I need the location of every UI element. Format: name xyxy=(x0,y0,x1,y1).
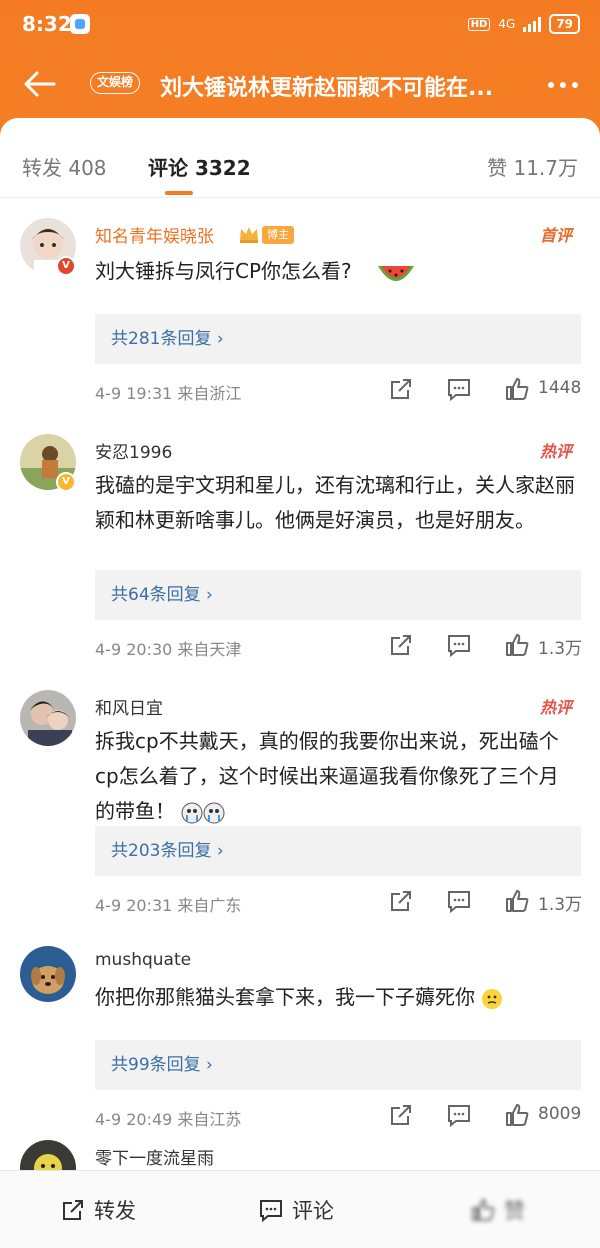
comment-meta: 4-9 20:31 来自广东 xyxy=(95,896,242,915)
active-tab-indicator xyxy=(165,191,193,195)
like-count: 1448 xyxy=(538,378,582,398)
tab-likes[interactable]: 赞 11.7万 xyxy=(487,152,578,181)
reply-count-button[interactable]: 共64条回复 › xyxy=(95,570,581,620)
comment-icon[interactable] xyxy=(446,888,472,914)
like-icon[interactable] xyxy=(504,888,530,914)
comment-meta: 4-9 19:31 来自浙江 xyxy=(95,384,242,403)
comment-text: 我磕的是宇文玥和星儿，还有沈璃和行止，关人家赵丽颖和林更新啥事儿。他俩是好演员，… xyxy=(95,473,575,532)
share-icon xyxy=(63,1200,83,1220)
tab-bar: 转发 408 评论 3322 赞 11.7万 xyxy=(0,118,600,198)
first-comment-badge: 首评 xyxy=(539,226,572,245)
status-bar: 8:32 HD 4G 79 xyxy=(0,0,600,50)
comment-text: 你把你那熊猫头套拿下来，我一下子薅死你 xyxy=(95,980,575,1015)
tab-comments[interactable]: 评论 3322 xyxy=(148,152,251,181)
like-icon[interactable] xyxy=(504,1102,530,1128)
ranking-tag[interactable]: 文娱榜 xyxy=(90,72,141,94)
status-time: 8:32 xyxy=(22,12,72,36)
comment-meta: 4-9 20:30 来自天津 xyxy=(95,640,242,659)
like-count: 1.3万 xyxy=(538,639,583,659)
bottom-action-bar: 转发 评论 赞 xyxy=(0,1170,600,1248)
comment-text-body: 刘大锤拆与凤行CP你怎么看? xyxy=(95,259,352,283)
repost-button[interactable]: 转发 xyxy=(60,1195,136,1225)
app-notification-icon xyxy=(70,14,90,34)
reply-count-button[interactable]: 共99条回复 › xyxy=(95,1040,581,1090)
like-icon xyxy=(472,1199,495,1221)
comment-button[interactable]: 评论 xyxy=(258,1195,334,1225)
hd-icon: HD xyxy=(467,17,491,31)
share-icon[interactable] xyxy=(388,888,414,914)
signal-icon xyxy=(523,16,542,32)
comment-text-body: 你把你那熊猫头套拿下来，我一下子薅死你 xyxy=(95,985,475,1009)
comment-username[interactable]: mushquate xyxy=(95,950,191,970)
comment-icon xyxy=(260,1200,282,1223)
repost-label: 转发 xyxy=(94,1199,136,1223)
comment-actions: 1448 xyxy=(388,376,588,404)
comment-username[interactable]: 零下一度流星雨 xyxy=(95,1144,214,1169)
like-count: 8009 xyxy=(538,1104,582,1124)
comment-username[interactable]: 和风日宜 xyxy=(95,694,163,719)
comment-text: 刘大锤拆与凤行CP你怎么看? xyxy=(95,254,575,290)
share-icon[interactable] xyxy=(388,632,414,658)
like-icon[interactable] xyxy=(504,632,530,658)
share-icon[interactable] xyxy=(388,1102,414,1128)
reply-count-button[interactable]: 共281条回复 › xyxy=(95,314,581,364)
page-title: 刘大锤说林更新赵丽颖不可能在... xyxy=(160,76,494,101)
comment-icon[interactable] xyxy=(446,632,472,658)
comment-text-body: 拆我cp不共戴天，真的假的我要你出来说，死出磕个cp怎么着了，这个时候出来逼逼我… xyxy=(95,729,559,823)
verified-yellow-icon: V xyxy=(56,472,76,492)
nav-bar: 文娱榜 刘大锤说林更新赵丽颖不可能在... xyxy=(0,56,600,112)
tab-repost[interactable]: 转发 408 xyxy=(22,152,107,181)
hot-comment-badge: 热评 xyxy=(539,698,572,717)
crying-emoji-icon xyxy=(181,802,225,823)
avatar[interactable] xyxy=(20,690,76,746)
back-arrow-icon[interactable] xyxy=(22,66,58,102)
battery-icon: 79 xyxy=(549,14,580,34)
comment-username[interactable]: 安忍1996 xyxy=(95,438,172,463)
verified-red-icon: V xyxy=(56,256,76,276)
like-icon[interactable] xyxy=(504,376,530,402)
avatar[interactable] xyxy=(20,946,76,1002)
network-label: 4G xyxy=(498,17,516,31)
comment-text: 拆我cp不共戴天，真的假的我要你出来说，死出磕个cp怎么着了，这个时候出来逼逼我… xyxy=(95,724,575,829)
comment-meta: 4-9 20:49 来自江苏 xyxy=(95,1110,242,1129)
comment-label: 评论 xyxy=(292,1199,334,1223)
comment-actions: 1.3万 xyxy=(388,632,588,660)
comment-icon[interactable] xyxy=(446,1102,472,1128)
comment-actions: 1.3万 xyxy=(388,888,588,916)
thinking-emoji-icon xyxy=(482,988,503,1009)
like-label: 赞 xyxy=(504,1199,525,1223)
reply-count-button[interactable]: 共203条回复 › xyxy=(95,826,581,876)
author-tag: 博主 xyxy=(262,226,294,244)
status-right: HD 4G 79 xyxy=(467,14,580,34)
comments-panel: 转发 408 评论 3322 赞 11.7万 V 知名青年娱晓张 博主 首评 刘… xyxy=(0,118,600,1170)
like-count: 1.3万 xyxy=(538,895,583,915)
avatar[interactable] xyxy=(20,1140,76,1170)
like-button[interactable]: 赞 xyxy=(470,1195,525,1225)
crown-icon xyxy=(240,227,258,243)
more-icon[interactable] xyxy=(548,82,578,88)
hot-comment-badge: 热评 xyxy=(539,442,572,461)
comment-actions: 8009 xyxy=(388,1102,588,1130)
comment-username[interactable]: 知名青年娱晓张 xyxy=(95,222,214,247)
comment-icon[interactable] xyxy=(446,376,472,402)
watermelon-emoji-icon xyxy=(378,265,414,281)
share-icon[interactable] xyxy=(388,376,414,402)
